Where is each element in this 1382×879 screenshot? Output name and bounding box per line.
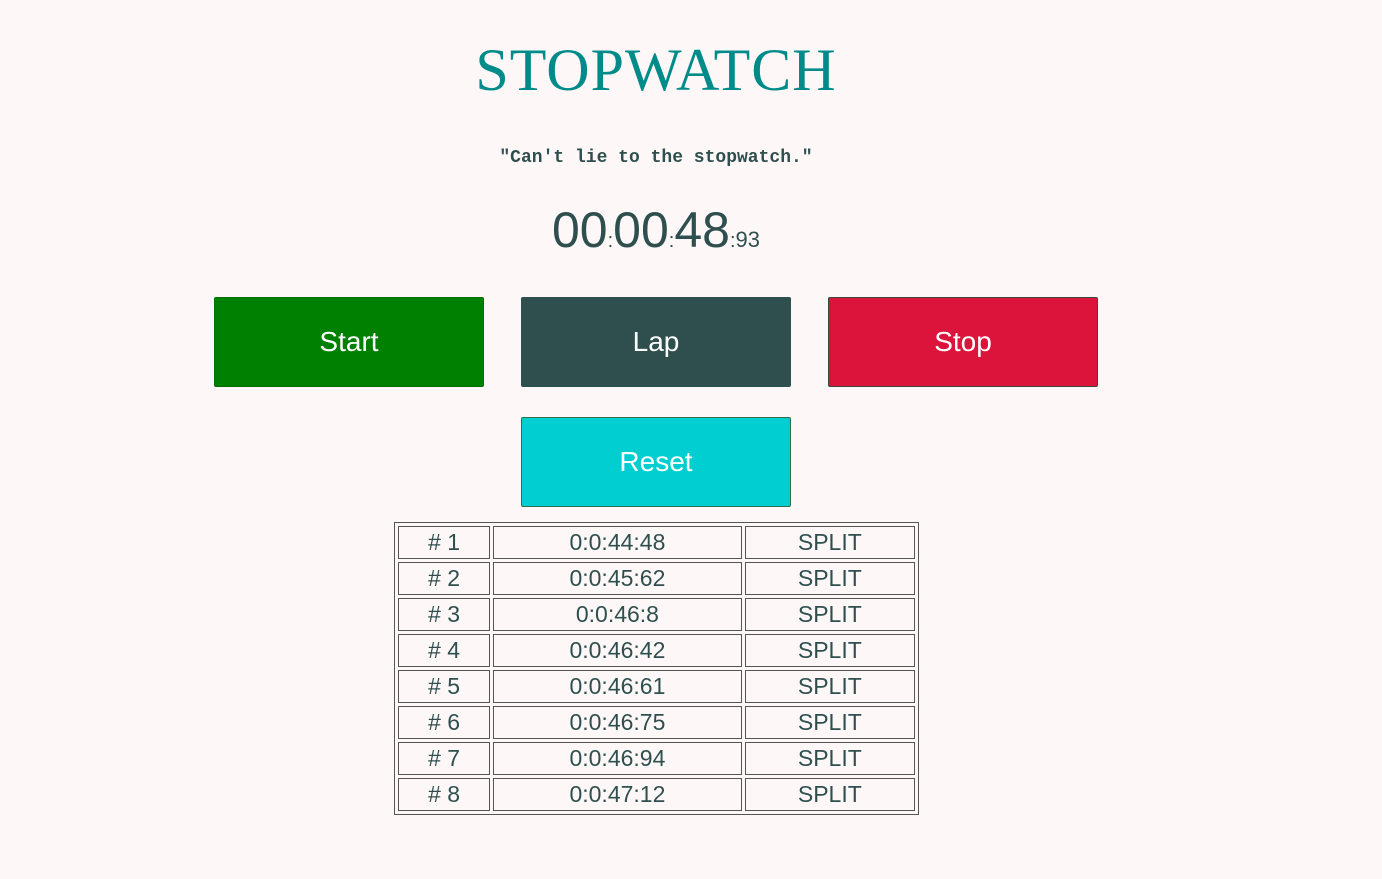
table-row: # 5 0:0:46:61 SPLIT	[398, 670, 915, 703]
lap-number: # 5	[398, 670, 491, 703]
stop-button[interactable]: Stop	[828, 297, 1098, 387]
lap-type: SPLIT	[744, 706, 915, 739]
lap-type: SPLIT	[744, 598, 915, 631]
lap-number: # 4	[398, 634, 491, 667]
lap-type: SPLIT	[744, 742, 915, 775]
reset-button[interactable]: Reset	[521, 417, 791, 507]
lap-type: SPLIT	[744, 562, 915, 595]
lap-time: 0:0:46:8	[493, 598, 742, 631]
lap-time: 0:0:46:61	[493, 670, 742, 703]
table-row: # 3 0:0:46:8 SPLIT	[398, 598, 915, 631]
lap-type: SPLIT	[744, 526, 915, 559]
stopwatch-display: 00:00:48:93	[0, 200, 1312, 273]
lap-number: # 1	[398, 526, 491, 559]
lap-time: 0:0:46:75	[493, 706, 742, 739]
clock-minutes: 00	[613, 202, 669, 258]
clock-seconds: 48	[674, 202, 730, 258]
lap-time: 0:0:44:48	[493, 526, 742, 559]
lap-time: 0:0:45:62	[493, 562, 742, 595]
table-row: # 2 0:0:45:62 SPLIT	[398, 562, 915, 595]
table-row: # 8 0:0:47:12 SPLIT	[398, 778, 915, 811]
clock-centiseconds: 93	[735, 227, 761, 252]
lap-time: 0:0:46:94	[493, 742, 742, 775]
tagline-quote: "Can't lie to the stopwatch."	[499, 148, 813, 168]
lap-button[interactable]: Lap	[521, 297, 791, 387]
table-row: # 4 0:0:46:42 SPLIT	[398, 634, 915, 667]
lap-number: # 7	[398, 742, 491, 775]
lap-number: # 8	[398, 778, 491, 811]
lap-number: # 3	[398, 598, 491, 631]
lap-number: # 2	[398, 562, 491, 595]
lap-time: 0:0:46:42	[493, 634, 742, 667]
table-row: # 7 0:0:46:94 SPLIT	[398, 742, 915, 775]
start-button[interactable]: Start	[214, 297, 484, 387]
lap-time: 0:0:47:12	[493, 778, 742, 811]
lap-type: SPLIT	[744, 778, 915, 811]
page-title: STOPWATCH	[475, 37, 837, 103]
lap-type: SPLIT	[744, 634, 915, 667]
clock-hours: 00	[551, 202, 608, 258]
table-row: # 1 0:0:44:48 SPLIT	[398, 526, 915, 559]
laps-table: # 1 0:0:44:48 SPLIT # 2 0:0:45:62 SPLIT …	[394, 522, 919, 815]
lap-number: # 6	[398, 706, 491, 739]
lap-type: SPLIT	[744, 670, 915, 703]
table-row: # 6 0:0:46:75 SPLIT	[398, 706, 915, 739]
